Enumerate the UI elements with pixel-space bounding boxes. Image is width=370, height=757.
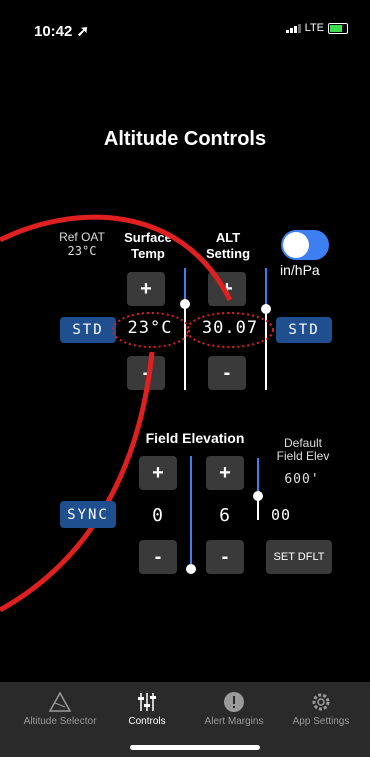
annotation-arc-lower xyxy=(0,351,155,613)
elev-slider-fill-left xyxy=(190,456,192,566)
tab-altitude-selector[interactable]: Altitude Selector xyxy=(14,682,106,727)
elev-tens-digits: 00 xyxy=(270,506,292,524)
tab-app-settings[interactable]: App Settings xyxy=(275,682,367,727)
field-elevation-label: Field Elevation xyxy=(145,430,245,446)
tab-alert-margins[interactable]: Alert Margins xyxy=(188,682,280,727)
elev-hundreds-plus-button[interactable]: + xyxy=(206,456,244,490)
elev-hundreds-digit: 6 xyxy=(219,505,231,526)
default-field-elev-label: Default Field Elev xyxy=(276,436,330,463)
gear-icon xyxy=(312,693,330,711)
sync-button[interactable]: SYNC xyxy=(60,501,116,528)
set-default-button[interactable]: SET DFLT xyxy=(266,540,332,574)
elev-hundreds-minus-button[interactable]: - xyxy=(206,540,244,574)
default-field-elev-value: 600' xyxy=(284,472,320,487)
elev-slider-handle-right[interactable] xyxy=(253,491,263,501)
home-indicator[interactable] xyxy=(130,745,260,750)
sliders-icon xyxy=(138,693,156,711)
elev-thousands-digit: 0 xyxy=(152,505,164,526)
elev-thousands-plus-button[interactable]: + xyxy=(139,456,177,490)
annotation-arc-large xyxy=(0,214,233,302)
alert-icon xyxy=(224,692,244,712)
tab-controls[interactable]: Controls xyxy=(101,682,193,727)
annotation-overlay xyxy=(0,214,274,613)
elev-slider-handle-left[interactable] xyxy=(186,564,196,574)
annotation-circle-alt xyxy=(186,312,274,348)
elev-thousands-minus-button[interactable]: - xyxy=(139,540,177,574)
altitude-selector-icon xyxy=(49,691,71,712)
annotation-circle-temp xyxy=(112,312,190,348)
